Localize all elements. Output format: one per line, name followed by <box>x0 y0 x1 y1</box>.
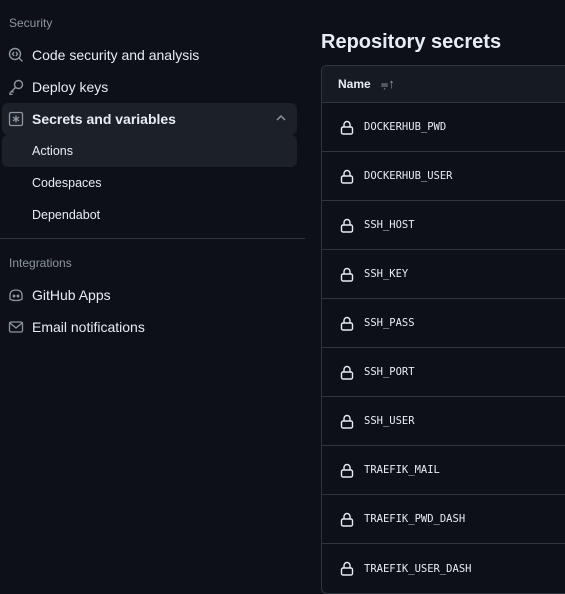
lock-icon <box>340 218 354 233</box>
key-icon <box>8 79 24 95</box>
sidebar-item-deploy-keys[interactable]: Deploy keys <box>2 71 297 103</box>
sidebar-item-github-apps[interactable]: GitHub Apps <box>2 279 297 311</box>
codescan-icon <box>8 47 24 63</box>
name-column-header[interactable]: Name ⩦↑ <box>322 66 565 103</box>
secret-name: SSH_USER <box>364 415 415 427</box>
divider <box>0 238 305 239</box>
sidebar-item-label: Secrets and variables <box>32 111 176 127</box>
column-label: Name <box>338 77 371 91</box>
sidebar-item-label: Code security and analysis <box>32 47 200 63</box>
secret-row: TRAEFIK_PWD_DASH <box>322 495 565 544</box>
security-heading: Security <box>9 16 53 30</box>
secret-name: DOCKERHUB_USER <box>364 170 453 182</box>
sidebar-item-label: GitHub Apps <box>32 287 111 303</box>
sidebar-item-label: Email notifications <box>32 319 145 335</box>
secret-name: SSH_HOST <box>364 219 415 231</box>
secret-row: SSH_USER <box>322 397 565 446</box>
sidebar-subitem-dependabot[interactable]: Dependabot <box>2 199 297 231</box>
lock-icon <box>340 561 354 576</box>
secret-name: SSH_KEY <box>364 268 409 280</box>
lock-icon <box>340 267 354 282</box>
lock-icon <box>340 414 354 429</box>
secret-row: TRAEFIK_USER_DASH <box>322 544 565 593</box>
secret-row: SSH_PASS <box>322 299 565 348</box>
copilot-icon <box>8 287 24 303</box>
sidebar-item-email-notifications[interactable]: Email notifications <box>2 311 297 343</box>
sidebar-subitem-actions[interactable]: Actions <box>2 135 297 167</box>
sidebar-item-secrets-and-variables[interactable]: Secrets and variables <box>2 103 297 135</box>
lock-icon <box>340 365 354 380</box>
sidebar-item-code-security[interactable]: Code security and analysis <box>2 39 297 71</box>
integrations-heading: Integrations <box>9 256 72 270</box>
secret-row: SSH_HOST <box>322 201 565 250</box>
secrets-table: Name ⩦↑ DOCKERHUB_PWD DOCKERHUB_USER SSH_H… <box>321 65 565 594</box>
lock-icon <box>340 463 354 478</box>
secret-name: TRAEFIK_USER_DASH <box>364 562 472 575</box>
lock-icon <box>340 120 354 135</box>
secret-row: DOCKERHUB_USER <box>322 152 565 201</box>
secret-row: DOCKERHUB_PWD <box>322 103 565 152</box>
lock-icon <box>340 169 354 184</box>
secret-name: SSH_PASS <box>364 317 415 329</box>
page-title: Repository secrets <box>321 31 502 53</box>
sidebar-item-label: Deploy keys <box>32 79 109 95</box>
secret-row: TRAEFIK_MAIL <box>322 446 565 495</box>
secret-name: TRAEFIK_MAIL <box>364 464 440 476</box>
sidebar-subitem-codespaces[interactable]: Codespaces <box>2 167 297 199</box>
asterisk-icon <box>8 111 24 127</box>
secret-row: SSH_KEY <box>322 250 565 299</box>
mail-icon <box>8 319 24 335</box>
secret-row: SSH_PORT <box>322 348 565 397</box>
sort-ascending-icon[interactable]: ⩦↑ <box>381 76 395 92</box>
chevron-up-icon[interactable] <box>275 111 287 127</box>
secret-name: SSH_PORT <box>364 366 415 378</box>
lock-icon <box>340 512 354 527</box>
secret-name: DOCKERHUB_PWD <box>364 121 447 133</box>
secret-name: TRAEFIK_PWD_DASH <box>364 513 466 525</box>
lock-icon <box>340 316 354 331</box>
